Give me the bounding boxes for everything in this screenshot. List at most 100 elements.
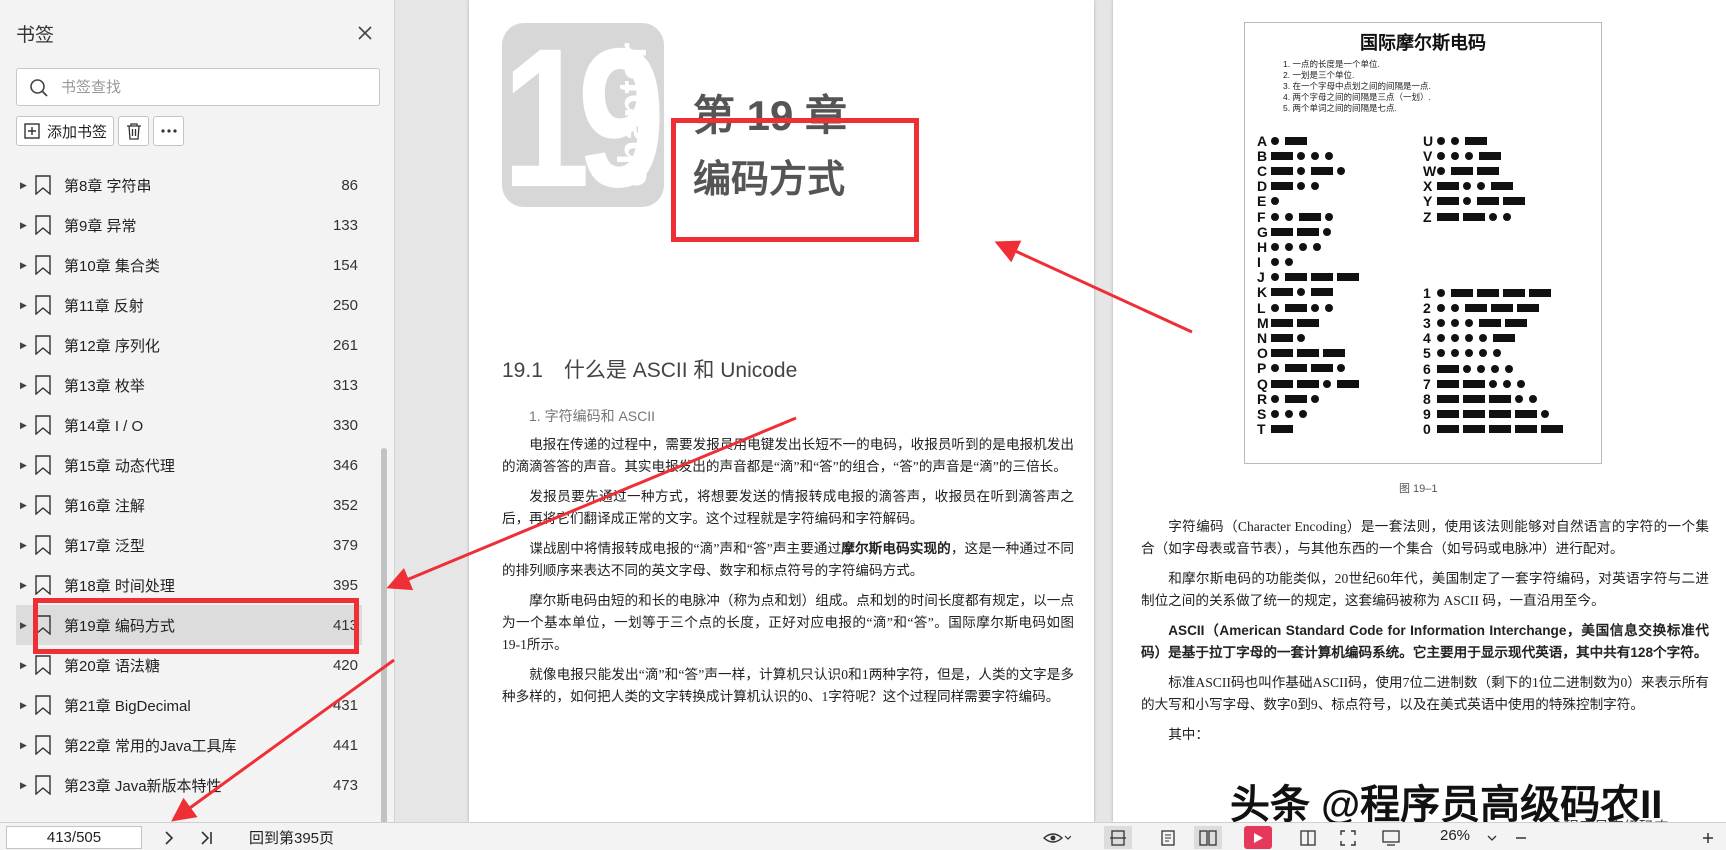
- morse-code-row: C: [1257, 163, 1363, 178]
- morse-dot: [1285, 258, 1293, 267]
- morse-dot: [1493, 349, 1501, 358]
- morse-dash: [1515, 410, 1537, 419]
- morse-rule: 5. 两个单词之间的间隔是七点.: [1283, 103, 1397, 113]
- bookmark-item[interactable]: ▶ 第13章 枚举 313: [16, 365, 362, 405]
- back-to-page-link[interactable]: 回到第395页: [249, 827, 334, 848]
- expand-triangle-icon[interactable]: ▶: [20, 500, 28, 511]
- bookmark-icon: [35, 735, 51, 755]
- morse-dot: [1297, 166, 1305, 175]
- bookmark-item[interactable]: ▶ 第23章 Java新版本特性 473: [16, 765, 362, 805]
- expand-triangle-icon[interactable]: ▶: [20, 780, 28, 791]
- bookmark-scrollbar[interactable]: [381, 448, 387, 824]
- search-icon: [30, 79, 48, 97]
- bookmark-item[interactable]: ▶ 第16章 注解 352: [16, 485, 362, 525]
- paragraph: 就像电报只能发出“滴”和“答”声一样，计算机只认识0和1两种字符，但是，人类的文…: [502, 667, 1074, 704]
- morse-dash: [1477, 166, 1499, 175]
- morse-dash: [1477, 288, 1499, 297]
- bookmark-item[interactable]: ▶ 第22章 常用的Java工具库 441: [16, 725, 362, 765]
- morse-code-row: W: [1423, 163, 1529, 178]
- expand-triangle-icon[interactable]: ▶: [20, 660, 28, 671]
- single-page-button[interactable]: [1154, 826, 1182, 849]
- expand-triangle-icon[interactable]: ▶: [20, 180, 28, 191]
- expand-triangle-icon[interactable]: ▶: [20, 380, 28, 391]
- morse-dash: [1271, 425, 1293, 434]
- morse-dash: [1311, 166, 1333, 175]
- expand-triangle-icon[interactable]: ▶: [20, 420, 28, 431]
- morse-dot: [1541, 410, 1549, 419]
- morse-dot: [1313, 242, 1321, 251]
- bookmark-item[interactable]: ▶ 第15章 动态代理 346: [16, 445, 362, 485]
- morse-dot: [1479, 334, 1487, 343]
- morse-dash: [1337, 273, 1359, 282]
- morse-signal: [1437, 334, 1519, 343]
- bookmark-item[interactable]: ▶ 第11章 反射 250: [16, 285, 362, 325]
- last-page-button[interactable]: [196, 826, 218, 849]
- morse-dash: [1285, 364, 1307, 373]
- trash-icon: [126, 123, 141, 140]
- morse-code-row: B: [1257, 148, 1363, 163]
- zoom-menu-button[interactable]: [1484, 826, 1500, 849]
- subsection-heading: 1. 字符编码和 ASCII: [529, 408, 656, 424]
- bookmark-item[interactable]: ▶ 第14章 I / O 330: [16, 405, 362, 445]
- morse-signal: [1271, 394, 1325, 403]
- expand-triangle-icon[interactable]: ▶: [20, 580, 28, 591]
- expand-triangle-icon[interactable]: ▶: [20, 620, 28, 631]
- expand-triangle-icon[interactable]: ▶: [20, 540, 28, 551]
- morse-character: G: [1257, 223, 1268, 240]
- morse-dot: [1297, 288, 1305, 297]
- more-options-button[interactable]: [153, 116, 184, 146]
- morse-digits: 1234567890: [1423, 285, 1567, 437]
- morse-dot: [1491, 364, 1499, 373]
- bookmark-item[interactable]: ▶ 第12章 序列化 261: [16, 325, 362, 365]
- double-page-icon: [1199, 829, 1217, 846]
- morse-dash: [1311, 364, 1333, 373]
- morse-character: 7: [1423, 375, 1431, 392]
- bookmark-icon: [35, 295, 51, 315]
- fullscreen-button[interactable]: [1336, 826, 1360, 849]
- morse-dot: [1323, 379, 1331, 388]
- add-bookmark-button[interactable]: 添加书签: [16, 116, 114, 146]
- bookmark-item[interactable]: ▶ 第9章 异常 133: [16, 205, 362, 245]
- bookmark-page-number: 261: [332, 336, 358, 354]
- bookmark-label: 第22章 常用的Java工具库: [64, 737, 237, 755]
- play-button[interactable]: [1244, 826, 1272, 849]
- close-panel-button[interactable]: [350, 18, 380, 48]
- next-page-button[interactable]: [158, 826, 180, 849]
- eye-view-button[interactable]: [1040, 826, 1074, 849]
- morse-code-row: T: [1257, 422, 1363, 437]
- expand-triangle-icon[interactable]: ▶: [20, 700, 28, 711]
- split-view-button[interactable]: [1296, 826, 1320, 849]
- bookmark-item[interactable]: ▶ 第21章 BigDecimal 431: [16, 685, 362, 725]
- expand-triangle-icon[interactable]: ▶: [20, 220, 28, 231]
- morse-dot: [1437, 136, 1445, 145]
- morse-character: W: [1423, 162, 1437, 179]
- expand-triangle-icon[interactable]: ▶: [20, 340, 28, 351]
- double-page-button[interactable]: [1194, 826, 1222, 849]
- morse-dash: [1285, 303, 1307, 312]
- page-number-input[interactable]: 413/505: [6, 826, 142, 849]
- bookmark-icon: [35, 415, 51, 435]
- bookmark-label: 第14章 I / O: [64, 417, 144, 435]
- expand-triangle-icon[interactable]: ▶: [20, 300, 28, 311]
- delete-bookmark-button[interactable]: [118, 116, 149, 146]
- morse-dash: [1311, 273, 1333, 282]
- bookmark-page-number: 250: [332, 296, 358, 314]
- bookmark-search-box[interactable]: [16, 68, 380, 106]
- morse-character: E: [1257, 193, 1267, 210]
- bookmark-item[interactable]: ▶ 第10章 集合类 154: [16, 245, 362, 285]
- zoom-in-button[interactable]: [1698, 826, 1718, 849]
- bookmark-label: 第20章 语法糖: [64, 657, 160, 675]
- expand-triangle-icon[interactable]: ▶: [20, 740, 28, 751]
- eye-protect-button[interactable]: [1376, 826, 1406, 849]
- expand-triangle-icon[interactable]: ▶: [20, 460, 28, 471]
- fit-width-button[interactable]: [1104, 826, 1132, 849]
- expand-triangle-icon[interactable]: ▶: [20, 260, 28, 271]
- paragraph: 摩尔斯电码由短的和长的电脉冲（称为点和划）组成。点和划的时间长度都有规定，以一点…: [502, 593, 1074, 652]
- bookmark-item[interactable]: ▶ 第17章 泛型 379: [16, 525, 362, 565]
- morse-signal: [1271, 242, 1327, 251]
- zoom-out-button[interactable]: [1512, 826, 1530, 849]
- morse-dash: [1297, 227, 1319, 236]
- zoom-level[interactable]: 26%: [1440, 827, 1470, 844]
- bookmark-item[interactable]: ▶ 第8章 字符串 86: [16, 165, 362, 205]
- bookmark-search-input[interactable]: [61, 75, 361, 99]
